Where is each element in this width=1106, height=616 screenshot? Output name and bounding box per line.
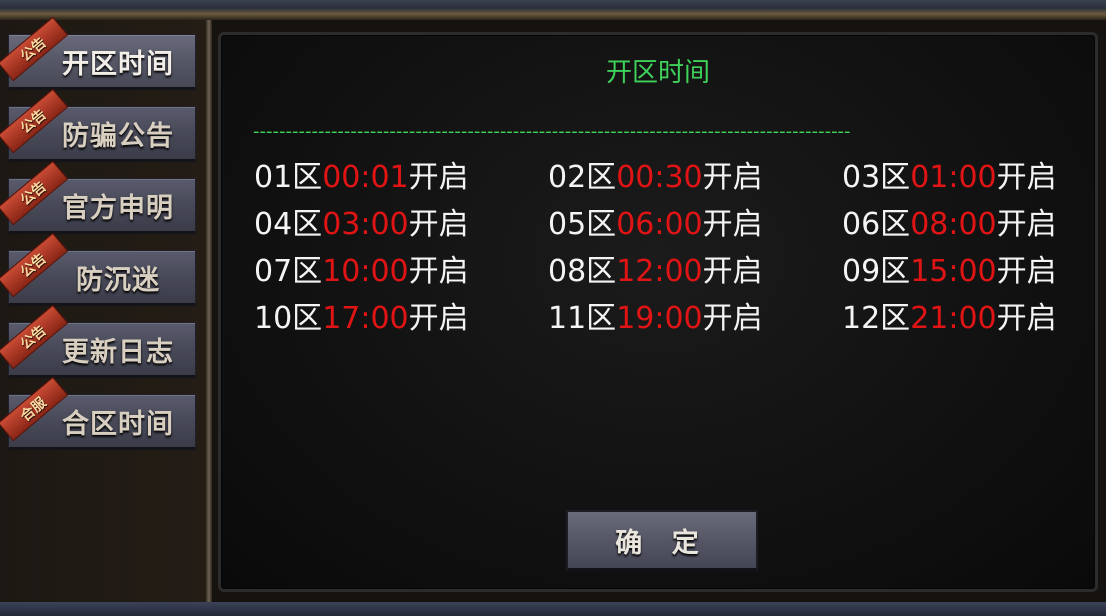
open-time: 21:00 bbox=[910, 301, 997, 336]
schedule-entry: 01区00:01开启 bbox=[254, 156, 548, 199]
open-text: 开启 bbox=[996, 254, 1057, 289]
tab-label: 防骗公告 bbox=[62, 120, 174, 152]
tab-label: 更新日志 bbox=[62, 336, 174, 368]
open-text: 开启 bbox=[702, 160, 763, 195]
zone-label: 03区 bbox=[842, 160, 911, 195]
frame-divider bbox=[206, 20, 212, 602]
tab-label: 官方申明 bbox=[62, 192, 174, 224]
open-time: 03:00 bbox=[322, 207, 409, 242]
tab-anti-addiction[interactable]: 公告 防沉迷 bbox=[0, 232, 196, 306]
open-text: 开启 bbox=[702, 207, 763, 242]
tab-update-log[interactable]: 公告 更新日志 bbox=[0, 304, 196, 378]
open-text: 开启 bbox=[996, 160, 1057, 195]
tab-anti-fraud[interactable]: 公告 防骗公告 bbox=[0, 88, 196, 162]
open-time: 17:00 bbox=[322, 301, 409, 336]
open-text: 开启 bbox=[702, 301, 763, 336]
schedule-entry: 08区12:00开启 bbox=[548, 250, 842, 293]
schedule-entry: 03区01:00开启 bbox=[842, 156, 1084, 199]
open-text: 开启 bbox=[408, 301, 469, 336]
zone-label: 02区 bbox=[548, 160, 617, 195]
open-text: 开启 bbox=[408, 160, 469, 195]
open-text: 开启 bbox=[408, 254, 469, 289]
zone-label: 12区 bbox=[842, 301, 911, 336]
top-frame-bar bbox=[0, 0, 1106, 20]
sidebar: 公告 开区时间 公告 防骗公告 公告 官方申明 公告 防沉迷 公告 更新日志 合… bbox=[0, 16, 208, 602]
separator-line: ----------------------------------------… bbox=[253, 121, 851, 142]
zone-label: 08区 bbox=[548, 254, 617, 289]
zone-label: 06区 bbox=[842, 207, 911, 242]
bottom-frame-bar bbox=[0, 602, 1106, 616]
zone-label: 09区 bbox=[842, 254, 911, 289]
tab-label: 防沉迷 bbox=[76, 264, 160, 296]
zone-label: 01区 bbox=[254, 160, 323, 195]
schedule-entry: 12区21:00开启 bbox=[842, 297, 1084, 340]
open-time: 06:00 bbox=[616, 207, 703, 242]
open-text: 开启 bbox=[702, 254, 763, 289]
open-time: 00:30 bbox=[616, 160, 703, 195]
page-title: 开区时间 bbox=[605, 58, 710, 88]
zone-label: 07区 bbox=[254, 254, 323, 289]
tab-label: 合区时间 bbox=[62, 408, 174, 440]
tab-merge-time[interactable]: 合服 合区时间 bbox=[0, 376, 196, 450]
tab-label: 开区时间 bbox=[62, 48, 174, 80]
server-schedule-grid: 01区00:01开启 02区00:30开启 03区01:00开启 04区03:0… bbox=[254, 156, 1084, 340]
tab-official-statement[interactable]: 公告 官方申明 bbox=[0, 160, 196, 234]
open-time: 08:00 bbox=[910, 207, 997, 242]
zone-label: 05区 bbox=[548, 207, 617, 242]
schedule-entry: 10区17:00开启 bbox=[254, 297, 548, 340]
tab-open-time[interactable]: 公告 开区时间 bbox=[0, 16, 196, 90]
open-time: 15:00 bbox=[910, 254, 997, 289]
zone-label: 04区 bbox=[254, 207, 323, 242]
confirm-button[interactable]: 确 定 bbox=[566, 510, 758, 572]
open-time: 00:01 bbox=[322, 160, 409, 195]
schedule-entry: 05区06:00开启 bbox=[548, 203, 842, 246]
schedule-entry: 04区03:00开启 bbox=[254, 203, 548, 246]
zone-label: 11区 bbox=[548, 301, 617, 336]
open-text: 开启 bbox=[408, 207, 469, 242]
open-time: 19:00 bbox=[616, 301, 703, 336]
zone-label: 10区 bbox=[254, 301, 323, 336]
schedule-entry: 07区10:00开启 bbox=[254, 250, 548, 293]
schedule-entry: 06区08:00开启 bbox=[842, 203, 1084, 246]
open-time: 01:00 bbox=[910, 160, 997, 195]
schedule-entry: 02区00:30开启 bbox=[548, 156, 842, 199]
open-text: 开启 bbox=[996, 301, 1057, 336]
open-time: 12:00 bbox=[616, 254, 703, 289]
schedule-entry: 11区19:00开启 bbox=[548, 297, 842, 340]
schedule-entry: 09区15:00开启 bbox=[842, 250, 1084, 293]
open-time: 10:00 bbox=[322, 254, 409, 289]
open-text: 开启 bbox=[996, 207, 1057, 242]
